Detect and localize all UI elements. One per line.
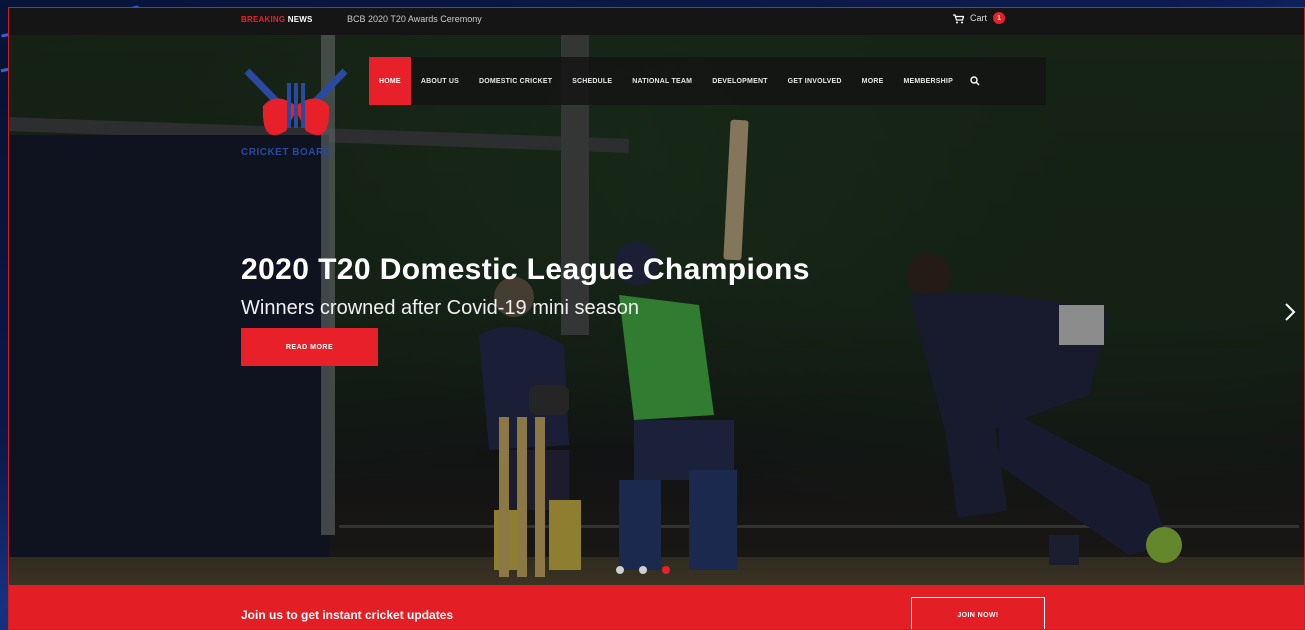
hero-slider: CRICKET BOARD HOME ABOUT US DOMESTIC CRI… (9, 35, 1304, 585)
subscribe-banner (9, 585, 1304, 629)
nav-item-schedule[interactable]: SCHEDULE (562, 57, 622, 105)
cart-icon (953, 13, 965, 23)
nav-item-domestic-cricket[interactable]: DOMESTIC CRICKET (469, 57, 562, 105)
news-ticker[interactable]: BCB 2020 T20 Awards Ceremony (347, 14, 482, 24)
chevron-right-icon[interactable] (1282, 300, 1298, 324)
breaking-news-label: BREAKING NEWS (241, 15, 313, 24)
nav-item-get-involved[interactable]: GET INVOLVED (778, 57, 852, 105)
main-navigation: HOME ABOUT US DOMESTIC CRICKET SCHEDULE … (369, 57, 1046, 105)
website-viewport: BREAKING NEWS BCB 2020 T20 Awards Ceremo… (8, 7, 1305, 630)
nav-item-more[interactable]: MORE (852, 57, 894, 105)
slide-title: 2020 T20 Domestic League Champions (241, 253, 810, 286)
search-icon[interactable] (963, 57, 987, 105)
cart-link[interactable]: Cart 1 (953, 12, 1006, 24)
slider-dot[interactable] (616, 566, 624, 574)
join-now-button[interactable]: JOIN NOW! (911, 597, 1045, 629)
nav-item-home[interactable]: HOME (369, 57, 411, 105)
cricket-board-logo[interactable] (241, 51, 351, 161)
slider-dot-active[interactable] (662, 566, 670, 574)
slide-subtitle: Winners crowned after Covid-19 mini seas… (241, 297, 639, 319)
nav-item-about-us[interactable]: ABOUT US (411, 57, 469, 105)
cart-count-badge: 1 (993, 12, 1006, 24)
read-more-button[interactable]: READ MORE (241, 328, 378, 366)
subscribe-banner-text: Join us to get instant cricket updates (241, 608, 454, 622)
hero-overlay (9, 35, 1304, 585)
top-bar: BREAKING NEWS BCB 2020 T20 Awards Ceremo… (9, 8, 1304, 35)
slider-pagination (616, 566, 670, 574)
nav-item-development[interactable]: DEVELOPMENT (702, 57, 777, 105)
cart-label: Cart (970, 13, 988, 23)
breaking-label: BREAKING (241, 15, 286, 24)
news-label: NEWS (287, 15, 313, 24)
logo-text: CRICKET BOARD (241, 147, 332, 158)
slider-dot[interactable] (639, 566, 647, 574)
nav-item-membership[interactable]: MEMBERSHIP (893, 57, 962, 105)
nav-item-national-team[interactable]: NATIONAL TEAM (622, 57, 702, 105)
